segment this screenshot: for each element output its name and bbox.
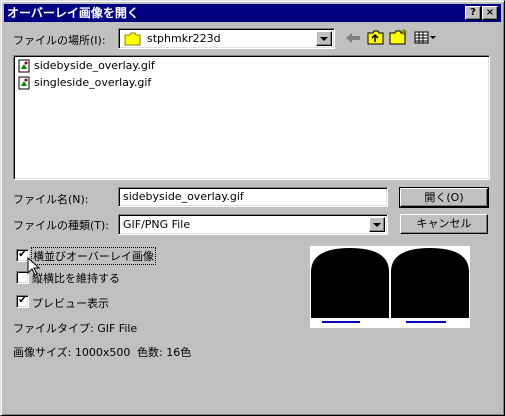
cancel-button[interactable]: キャンセル bbox=[400, 214, 488, 234]
filetype-label: ファイルの種類(T): bbox=[13, 219, 110, 232]
location-combobox[interactable]: stphmkr223d bbox=[118, 28, 335, 49]
file-type-info: ファイルタイプ: GIF File bbox=[13, 322, 138, 335]
preview-checkbox[interactable]: ✔ bbox=[16, 295, 29, 308]
image-size-info: 画像サイズ: 1000x500 bbox=[13, 346, 131, 359]
file-name: sidebyside_overlay.gif bbox=[34, 59, 155, 72]
preview-image bbox=[311, 248, 469, 323]
preview-label[interactable]: プレビュー表示 bbox=[32, 295, 109, 311]
gif-file-icon bbox=[18, 76, 30, 90]
color-count-info: 色数: 16色 bbox=[137, 346, 192, 359]
new-folder-icon[interactable] bbox=[389, 28, 409, 46]
help-button[interactable]: ? bbox=[465, 6, 481, 20]
view-menu-icon[interactable] bbox=[414, 30, 438, 45]
filename-label: ファイル名(N): bbox=[13, 193, 89, 206]
image-preview bbox=[310, 246, 470, 328]
open-button[interactable]: 開く(O) bbox=[399, 187, 489, 208]
location-dropdown-button[interactable] bbox=[316, 31, 332, 46]
filename-input[interactable]: sidebyside_overlay.gif bbox=[118, 187, 388, 207]
open-overlay-dialog: オーバーレイ画像を開く ? × ファイルの場所(I): stphmkr223d bbox=[0, 0, 505, 416]
filetype-value: GIF/PNG File bbox=[123, 218, 191, 231]
filetype-combobox[interactable]: GIF/PNG File bbox=[118, 214, 388, 235]
window-title: オーバーレイ画像を開く bbox=[7, 6, 139, 20]
filetype-dropdown-button[interactable] bbox=[369, 217, 385, 232]
location-value: stphmkr223d bbox=[147, 32, 221, 45]
title-bar[interactable]: オーバーレイ画像を開く ? × bbox=[4, 4, 501, 22]
location-label: ファイルの場所(I): bbox=[13, 34, 106, 47]
gif-file-icon bbox=[18, 59, 30, 73]
mouse-cursor-icon bbox=[27, 257, 41, 276]
up-folder-icon[interactable] bbox=[367, 29, 385, 46]
side-by-side-label[interactable]: 横並びオーバーレイ画像 bbox=[31, 247, 156, 265]
filename-value: sidebyside_overlay.gif bbox=[123, 190, 244, 203]
back-arrow-icon[interactable] bbox=[344, 30, 362, 46]
folder-icon bbox=[124, 32, 141, 46]
keep-aspect-label[interactable]: 縦横比を維持する bbox=[32, 270, 120, 286]
file-list[interactable]: sidebyside_overlay.gif singleside_overla… bbox=[13, 55, 490, 180]
close-button[interactable]: × bbox=[482, 6, 498, 20]
file-name: singleside_overlay.gif bbox=[34, 76, 152, 89]
